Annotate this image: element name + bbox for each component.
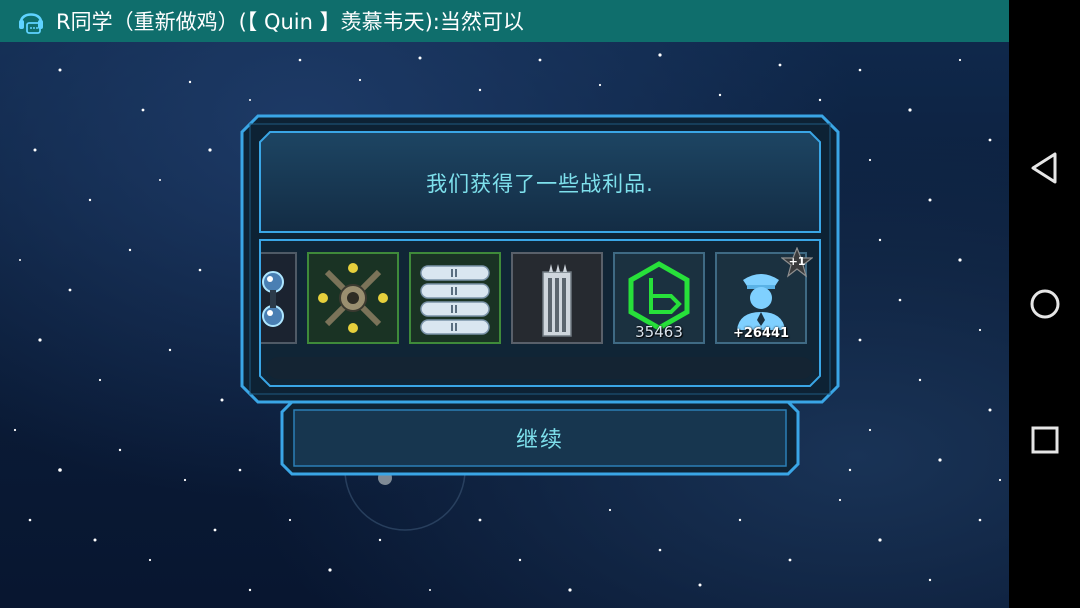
crew-count: +26441 [732,326,790,341]
loot-item-credits[interactable]: 35463 [613,252,705,344]
loot-item-cross-turret[interactable] [307,252,399,344]
rank-badge-text: +1 [788,255,806,268]
system-navigation-bar [1009,0,1080,608]
notification-text: R同学（重新做鸡）(【 Quin 】羡慕韦天):当然可以 [56,10,524,34]
items-scrollbar[interactable] [267,357,813,379]
loot-item-blue-orb[interactable] [261,252,297,344]
loot-items-strip[interactable]: 35463 +26441 [261,248,809,352]
continue-button[interactable]: 继续 [280,400,800,476]
rank-badge: +1 [780,246,814,279]
loot-message: 我们获得了一些战利品. [426,172,654,196]
credits-count: 35463 [635,323,683,341]
recents-square-icon[interactable] [1025,420,1065,460]
cross-turret-icon [318,263,388,333]
blue-orb-icon [262,271,284,327]
fuel-tanks-icon [420,265,490,335]
chat-headset-icon [19,13,43,34]
loot-message-panel: 我们获得了一些战利品. [261,133,819,233]
back-triangle-icon[interactable] [1025,148,1065,188]
home-circle-icon[interactable] [1025,284,1065,324]
loot-item-fuel-tanks[interactable] [409,252,501,344]
loot-item-missile-pod[interactable] [511,252,603,344]
missile-pod-icon [542,264,572,337]
notification-bar[interactable]: R同学（重新做鸡）(【 Quin 】羡慕韦天):当然可以 [0,0,1009,42]
continue-label: 继续 [515,428,564,453]
